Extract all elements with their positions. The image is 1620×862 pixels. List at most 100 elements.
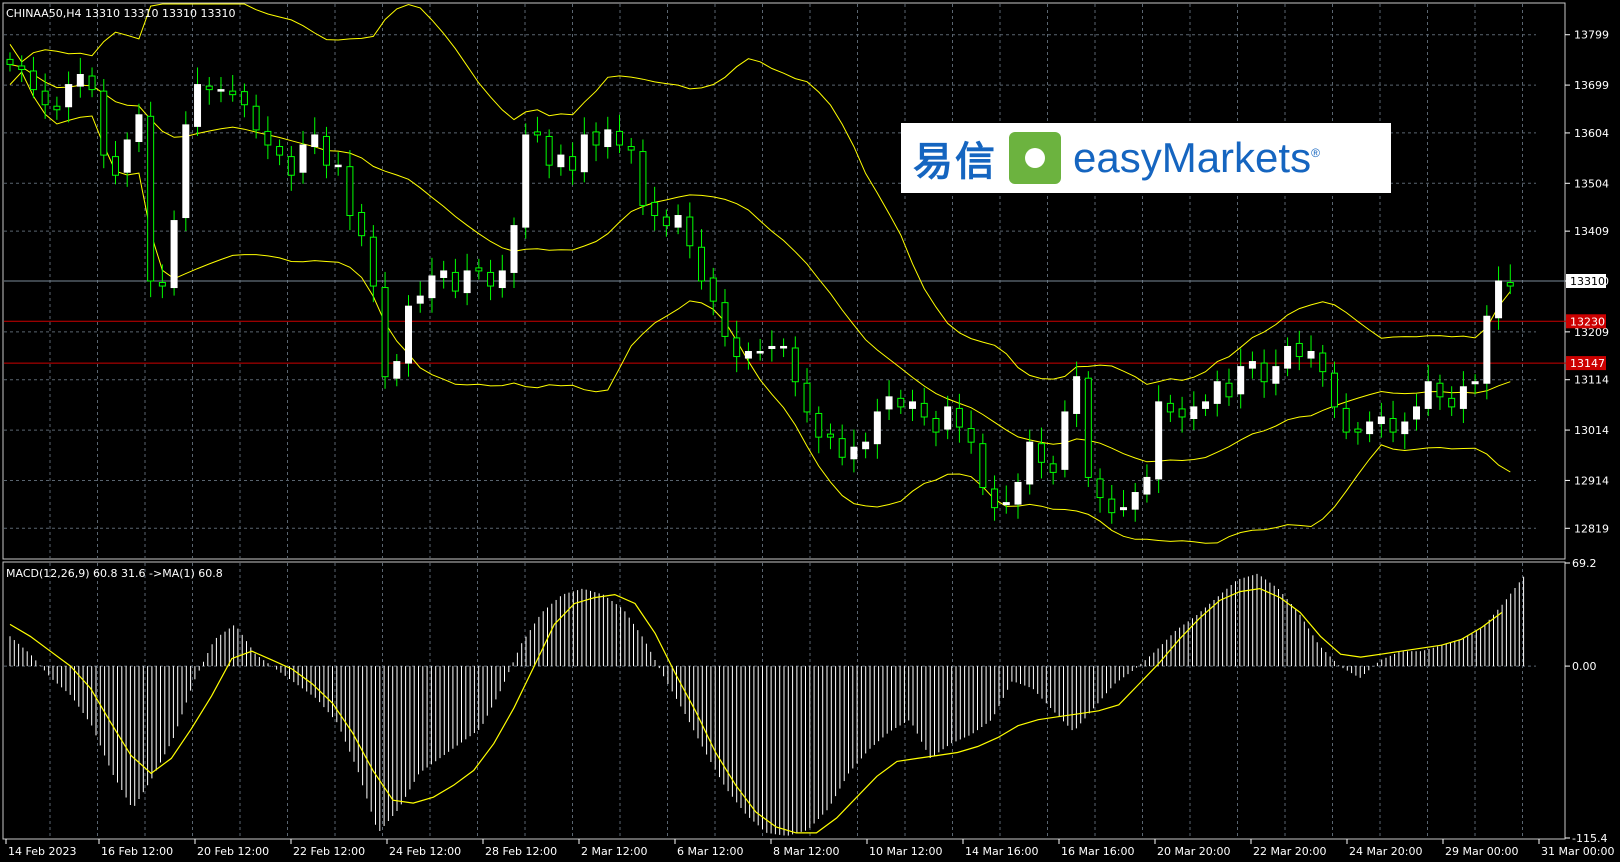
bear-candle — [533, 131, 541, 136]
bear-candle — [979, 443, 987, 488]
bear-candle — [1436, 382, 1444, 398]
price-tag-label: 13147 — [1570, 357, 1605, 370]
bear-candle — [88, 75, 96, 91]
bear-candle — [639, 151, 647, 206]
bull-candle — [1061, 411, 1069, 470]
price-tick-label: 13699 — [1574, 79, 1609, 92]
bull-candle — [194, 84, 202, 127]
bull-candle — [428, 275, 436, 299]
price-tick-label: 12819 — [1574, 522, 1609, 535]
price-tick-label: 13409 — [1574, 225, 1609, 238]
time-tick-label: 10 Mar 12:00 — [869, 845, 942, 858]
macd-tick-label: 0.00 — [1572, 660, 1597, 673]
bull-candle — [299, 144, 307, 173]
macd-tick-label: -115.4 — [1572, 832, 1607, 845]
bear-candle — [709, 277, 717, 302]
bear-candle — [358, 212, 366, 237]
bear-candle — [29, 70, 37, 91]
bull-candle — [1213, 381, 1221, 404]
bear-candle — [1108, 498, 1116, 514]
bull-candle — [1307, 351, 1315, 359]
bear-candle — [1037, 443, 1045, 463]
bear-candle — [487, 271, 495, 287]
bull-candle — [557, 154, 565, 168]
time-tick-label: 22 Feb 12:00 — [293, 845, 365, 858]
bull-candle — [1202, 401, 1210, 409]
bear-candle — [1084, 377, 1092, 478]
bull-candle — [76, 74, 84, 87]
bear-candle — [205, 85, 213, 91]
bull-candle — [170, 220, 178, 289]
bull-candle — [604, 129, 612, 148]
macd-tick-label: 69.2 — [1572, 557, 1597, 570]
bear-candle — [838, 438, 846, 458]
bear-candle — [451, 271, 459, 292]
bear-candle — [955, 407, 963, 428]
bull-candle — [873, 411, 881, 445]
bull-candle — [1459, 386, 1467, 409]
bear-candle — [229, 90, 237, 96]
bull-candle — [1131, 492, 1139, 510]
bull-candle — [123, 139, 131, 173]
bear-candle — [322, 135, 330, 166]
bear-candle — [1506, 282, 1514, 287]
bull-candle — [1495, 280, 1503, 319]
bear-candle — [381, 287, 389, 378]
bear-candle — [651, 201, 659, 217]
bear-candle — [475, 267, 483, 272]
bear-candle — [6, 58, 14, 65]
bull-candle — [850, 446, 858, 460]
price-tick-label: 13114 — [1574, 374, 1609, 387]
price-tick-label: 13799 — [1574, 29, 1609, 42]
bull-candle — [862, 441, 870, 450]
time-tick-label: 20 Mar 20:00 — [1157, 845, 1230, 858]
bull-candle — [510, 225, 518, 273]
logo-chinese-text: 易信 — [913, 139, 997, 185]
bull-candle — [1190, 406, 1198, 419]
bear-candle — [53, 105, 61, 111]
bull-candle — [217, 89, 225, 92]
bull-candle — [780, 345, 788, 349]
bull-candle — [756, 351, 764, 354]
bear-candle — [991, 488, 999, 509]
bull-candle — [1237, 366, 1245, 395]
bear-candle — [369, 236, 377, 287]
bull-candle — [944, 406, 952, 430]
bear-candle — [1342, 407, 1350, 433]
bear-candle — [733, 337, 741, 358]
bear-candle — [897, 397, 905, 408]
price-tick-label: 13604 — [1574, 127, 1609, 140]
bull-candle — [1377, 416, 1385, 425]
time-tick-label: 24 Mar 20:00 — [1349, 845, 1422, 858]
price-tick-label: 13014 — [1574, 424, 1609, 437]
bull-candle — [909, 401, 917, 409]
bull-candle — [405, 305, 413, 364]
bull-candle — [1119, 507, 1127, 511]
bear-candle — [1354, 428, 1362, 433]
time-tick-label: 28 Feb 12:00 — [485, 845, 557, 858]
bear-candle — [111, 156, 119, 176]
bull-candle — [1073, 376, 1081, 414]
time-tick-label: 22 Mar 20:00 — [1253, 845, 1326, 858]
bear-candle — [1295, 342, 1303, 358]
bear-candle — [662, 216, 670, 227]
price-tick-label: 12914 — [1574, 474, 1609, 487]
bear-candle — [240, 91, 248, 106]
bear-candle — [1049, 463, 1057, 473]
bull-candle — [1284, 345, 1292, 369]
bull-candle — [1272, 366, 1280, 384]
time-tick-label: 31 Mar 00:00 — [1541, 845, 1614, 858]
bear-candle — [721, 302, 729, 337]
bull-candle — [440, 270, 448, 278]
bear-candle — [967, 428, 975, 443]
bull-candle — [135, 114, 143, 142]
bull-candle — [1483, 315, 1491, 384]
bull-candle — [416, 295, 424, 304]
bull-candle — [334, 164, 342, 168]
bull-candle — [674, 215, 682, 228]
bear-candle — [276, 146, 284, 156]
bull-candle — [1248, 361, 1256, 369]
bull-candle — [1424, 381, 1432, 409]
bull-candle — [65, 84, 73, 108]
bear-candle — [41, 90, 49, 106]
